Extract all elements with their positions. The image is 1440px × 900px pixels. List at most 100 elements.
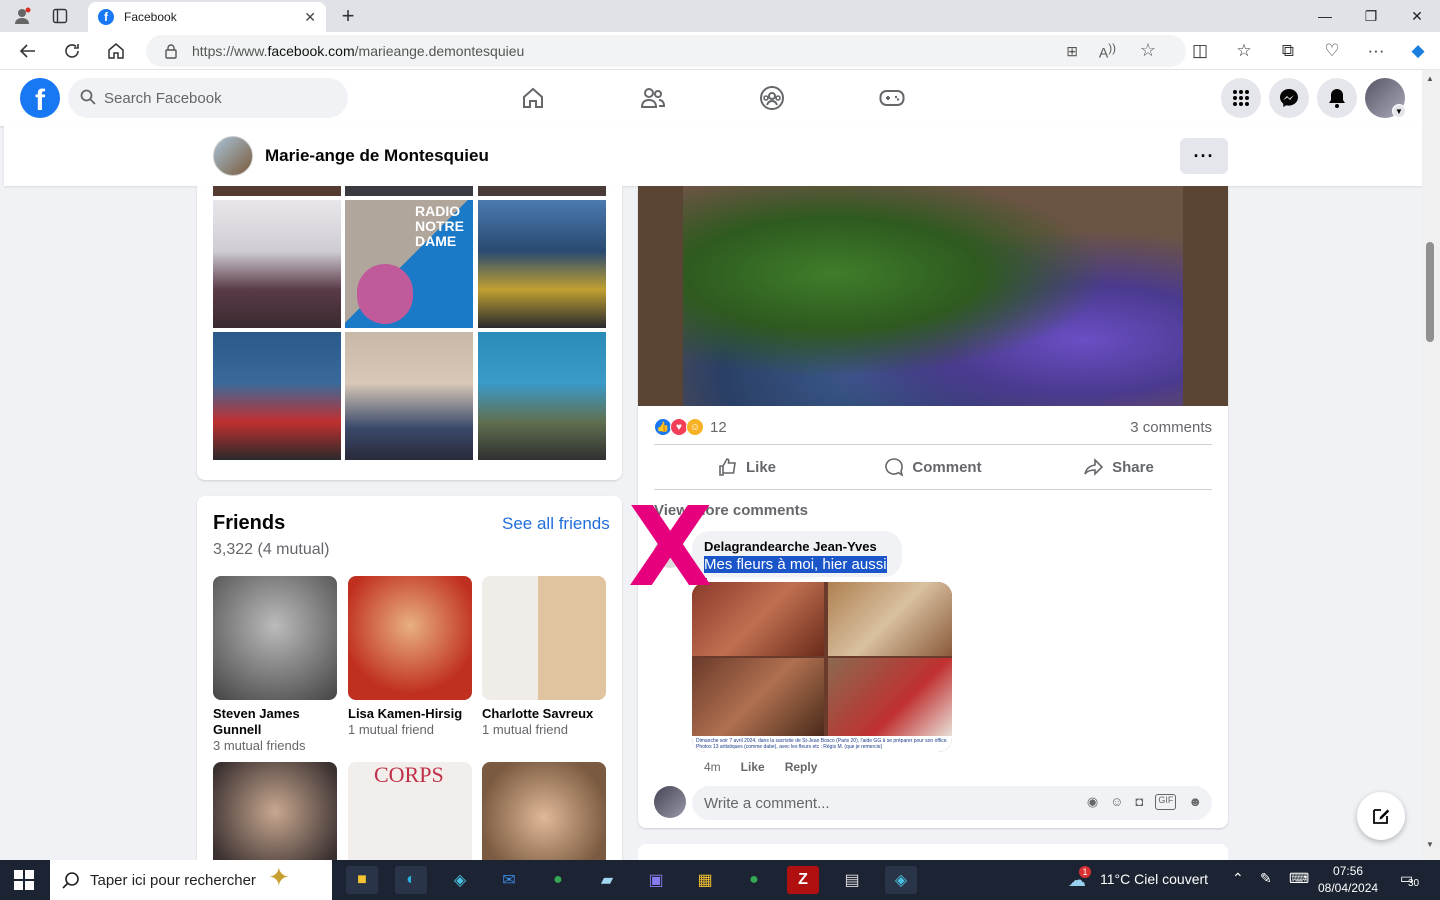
close-window-icon[interactable]: ✕ — [1394, 0, 1440, 32]
settings-more-icon[interactable]: ··· — [1362, 37, 1390, 65]
comment-button[interactable]: Comment — [840, 445, 1026, 489]
refresh-icon[interactable] — [58, 37, 86, 65]
file-explorer-icon[interactable]: ■ — [346, 866, 378, 894]
friend-tile[interactable]: Charlotte Savreux 1 mutual friend — [482, 576, 606, 738]
friend-name[interactable]: Lisa Kamen-Hirsig — [348, 706, 472, 722]
avatar-sticker-icon[interactable]: ◉ — [1087, 794, 1098, 810]
reactions-summary[interactable]: 👍 ♥ ☺ 12 — [654, 418, 727, 436]
chevron-up-icon[interactable]: ⌃ — [1232, 870, 1244, 887]
search-input[interactable]: Search Facebook — [68, 78, 348, 118]
photo-tile-partial[interactable] — [478, 186, 606, 196]
scroll-down-arrow-icon[interactable]: ▼ — [1426, 840, 1434, 849]
photo-tile-partial[interactable] — [213, 186, 341, 196]
comments-count[interactable]: 3 comments — [1130, 419, 1212, 436]
messenger-icon[interactable] — [1269, 78, 1309, 118]
sticker-icon[interactable]: ☻ — [1188, 794, 1202, 810]
camera-icon[interactable]: ◘ — [1135, 794, 1143, 810]
clock-time: 07:56 — [1333, 864, 1364, 878]
browser-tab[interactable]: f Facebook ✕ — [88, 2, 326, 32]
friend-name[interactable]: Charlotte Savreux — [482, 706, 606, 722]
lock-icon[interactable] — [164, 43, 178, 62]
friend-photo[interactable] — [482, 576, 606, 700]
photo-tile[interactable]: RADIO NOTRE DAME — [345, 200, 473, 328]
photo-tile[interactable] — [478, 200, 606, 328]
store-icon[interactable]: ▦ — [689, 866, 721, 894]
mail-icon[interactable]: ✉ — [493, 866, 525, 894]
friend-tile[interactable]: Steven James Gunnell 3 mutual friends — [213, 576, 337, 754]
friend-name[interactable]: Steven James Gunnell — [213, 706, 337, 738]
groups-nav-icon[interactable] — [752, 78, 792, 118]
my-avatar[interactable] — [654, 786, 686, 818]
photo-tile[interactable] — [345, 332, 473, 460]
home-nav-icon[interactable] — [513, 78, 553, 118]
read-aloud-icon[interactable]: A)) — [1099, 42, 1116, 61]
app-icon-2[interactable]: ▣ — [640, 866, 672, 894]
restore-icon[interactable]: ❐ — [1348, 0, 1394, 32]
photo-tile[interactable] — [213, 332, 341, 460]
favorites-icon[interactable]: ☆ — [1230, 37, 1258, 65]
taskbar-clock[interactable]: 07:56 08/04/2024 — [1318, 863, 1378, 897]
friend-photo[interactable] — [482, 762, 606, 866]
profile-icon[interactable] — [10, 4, 34, 28]
comment-author[interactable]: Delagrandearche Jean-Yves — [704, 539, 890, 554]
profile-name[interactable]: Marie-ange de Montesquieu — [265, 146, 489, 166]
account-chevron-down-icon[interactable]: ▼ — [1392, 104, 1406, 118]
gif-icon[interactable]: GIF — [1155, 794, 1177, 810]
minimize-icon[interactable]: — — [1302, 0, 1348, 32]
favorite-star-icon[interactable]: ☆ — [1140, 40, 1156, 61]
taskbar-search-input[interactable]: Taper ici pour rechercher ✦ — [50, 860, 332, 900]
chrome-icon-2[interactable]: ● — [738, 866, 770, 894]
profile-more-button[interactable]: ··· — [1180, 138, 1228, 174]
new-tab-icon[interactable]: + — [336, 3, 360, 28]
friend-tile[interactable]: Lisa Kamen-Hirsig 1 mutual friend — [348, 576, 472, 738]
chrome-icon[interactable]: ● — [542, 866, 574, 894]
menu-grid-icon[interactable] — [1221, 78, 1261, 118]
profile-avatar[interactable] — [213, 136, 253, 176]
copilot-icon[interactable]: ◆ — [1404, 37, 1432, 65]
document-icon[interactable]: ▤ — [836, 866, 868, 894]
photo-tile-partial[interactable] — [345, 186, 473, 196]
page-scrollbar[interactable]: ▲ ▼ — [1422, 70, 1440, 860]
address-bar[interactable]: https://www. facebook.com/marieange.demon… — [146, 35, 1186, 67]
new-message-button[interactable] — [1357, 792, 1405, 840]
friends-nav-icon[interactable] — [633, 78, 673, 118]
scrollbar-thumb[interactable] — [1426, 242, 1434, 342]
friend-photo[interactable] — [348, 576, 472, 700]
notifications-bell-icon[interactable] — [1317, 78, 1357, 118]
comment-time[interactable]: 4m — [704, 760, 721, 774]
edge-icon[interactable]: ◐ — [395, 866, 427, 894]
keyboard-icon[interactable]: ⌨ — [1289, 870, 1309, 887]
app-icon[interactable]: ◈ — [444, 866, 476, 894]
tab-actions-icon[interactable] — [48, 4, 72, 28]
back-icon[interactable] — [14, 37, 42, 65]
gaming-nav-icon[interactable] — [872, 78, 912, 118]
home-icon[interactable] — [102, 37, 130, 65]
facebook-logo-icon[interactable]: f — [20, 78, 60, 118]
photo-tile[interactable] — [213, 200, 341, 328]
share-button[interactable]: Share — [1026, 445, 1212, 489]
comment-like-link[interactable]: Like — [741, 760, 765, 774]
windows-start-icon[interactable] — [14, 870, 34, 896]
split-screen-icon[interactable]: ◫ — [1186, 37, 1214, 65]
see-all-friends-link[interactable]: See all friends — [502, 514, 610, 534]
comment-image[interactable]: Dimanche soir 7 avril 2024, dans la sacr… — [692, 582, 952, 752]
app-available-icon[interactable]: ⊞ — [1066, 43, 1078, 60]
filezilla-icon[interactable]: Z — [787, 866, 819, 894]
browser-essentials-icon[interactable]: ♡ — [1318, 37, 1346, 65]
scroll-up-arrow-icon[interactable]: ▲ — [1426, 74, 1434, 83]
emoji-icon[interactable]: ☺ — [1110, 794, 1123, 810]
close-tab-icon[interactable]: ✕ — [304, 9, 316, 26]
weather-text[interactable]: 11°C Ciel couvert — [1100, 871, 1208, 887]
friends-title[interactable]: Friends — [213, 512, 285, 535]
photo-tile[interactable] — [478, 332, 606, 460]
app-icon-3[interactable]: ◈ — [885, 866, 917, 894]
write-comment-input[interactable]: Write a comment... ◉ ☺ ◘ GIF ☻ — [692, 786, 1212, 820]
post-image[interactable] — [638, 186, 1228, 406]
friend-photo[interactable]: CORPS — [348, 762, 472, 866]
pen-icon[interactable]: ✎ — [1260, 870, 1272, 887]
comment-reply-link[interactable]: Reply — [785, 760, 818, 774]
friend-photo[interactable] — [213, 762, 337, 866]
friend-photo[interactable] — [213, 576, 337, 700]
notepad-icon[interactable]: ▰ — [591, 866, 623, 894]
collections-icon[interactable]: ⧉ — [1274, 37, 1302, 65]
